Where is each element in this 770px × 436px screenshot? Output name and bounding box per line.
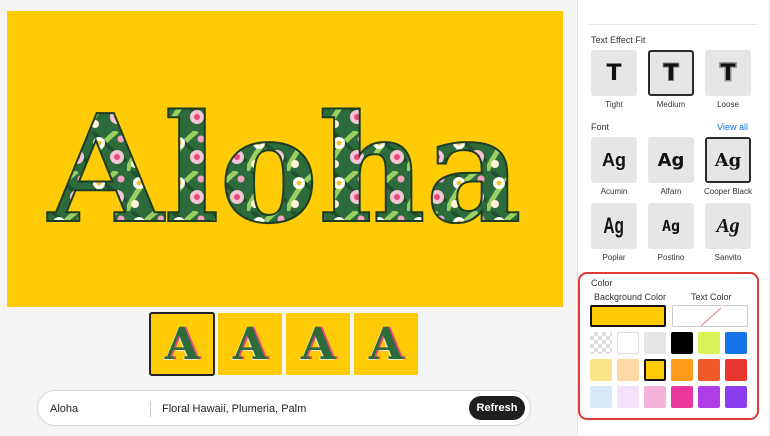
fit-glyph: T <box>606 60 622 86</box>
refresh-button[interactable]: Refresh <box>469 396 525 420</box>
font-section-title: Font <box>591 122 610 132</box>
color-swatch[interactable] <box>590 359 612 381</box>
variation-thumbnails: A A A A <box>149 312 418 376</box>
font-label: Postino <box>657 253 685 262</box>
fit-glyph: T <box>662 60 679 87</box>
thumbnail-4[interactable]: A <box>354 313 418 375</box>
color-swatch[interactable] <box>671 359 693 381</box>
color-section: Color Background Color Text Color <box>578 272 759 420</box>
font-tile[interactable]: Ag <box>591 203 637 249</box>
font-tile[interactable]: Ag <box>648 203 694 249</box>
font-sample: Ag <box>657 149 685 171</box>
font-sample: Ag <box>714 149 742 171</box>
thumbnail-glyph: A <box>164 318 200 370</box>
thumbnail-glyph: A <box>300 318 336 370</box>
font-sample: Ag <box>661 217 681 235</box>
font-sample: Ag <box>603 213 625 238</box>
color-swatch[interactable] <box>698 359 720 381</box>
prompt-keywords-input[interactable]: Floral Hawaii, Plumeria, Palm <box>162 403 306 415</box>
preview-art: Aloha <box>45 81 522 257</box>
font-label: Poplar <box>602 253 626 262</box>
color-swatch[interactable] <box>698 332 720 354</box>
color-swatch[interactable] <box>590 332 612 354</box>
fit-option-medium[interactable]: T Medium <box>648 50 694 109</box>
fit-glyph: T <box>719 59 737 87</box>
background-color-label: Background Color <box>594 292 667 302</box>
text-color-label: Text Color <box>691 292 732 302</box>
fit-tile[interactable]: T <box>705 50 751 96</box>
color-swatch[interactable] <box>671 332 693 354</box>
prompt-bar: Aloha Floral Hawaii, Plumeria, Palm Refr… <box>37 390 531 426</box>
fit-options: T Tight T Medium T Loose <box>591 50 751 109</box>
font-tile[interactable]: Ag <box>591 137 637 183</box>
thumbnail-3[interactable]: A <box>286 313 350 375</box>
font-option-acumin[interactable]: Ag Acumin <box>591 137 637 196</box>
font-sample: Ag <box>716 214 740 237</box>
font-option-postino[interactable]: Ag Postino <box>648 203 694 262</box>
text-effect-preview: Aloha <box>7 11 563 307</box>
fit-label: Loose <box>717 100 739 109</box>
thumbnail-2[interactable]: A <box>218 313 282 375</box>
font-label: Alfarn <box>660 187 682 196</box>
fit-option-loose[interactable]: T Loose <box>705 50 751 109</box>
color-swatch[interactable] <box>617 332 639 354</box>
color-swatch[interactable] <box>644 332 666 354</box>
color-swatch[interactable] <box>725 386 747 408</box>
preview-headline: Aloha <box>46 82 521 256</box>
canvas-area: Aloha A A A A Aloha Floral Hawaii, Plume… <box>0 0 570 436</box>
fit-label: Tight <box>605 100 623 109</box>
color-swatch[interactable] <box>617 359 639 381</box>
prompt-divider <box>150 401 151 417</box>
thumbnail-1[interactable]: A <box>149 312 215 376</box>
prompt-text-input[interactable]: Aloha <box>50 403 78 415</box>
color-swatch[interactable] <box>725 359 747 381</box>
divider <box>589 24 757 25</box>
font-options: Ag Acumin Ag Alfarn Ag Cooper Black Ag P… <box>591 137 752 262</box>
font-sample: Ag <box>602 149 626 170</box>
fit-label: Medium <box>656 100 686 109</box>
thumbnail-glyph: A <box>368 318 404 370</box>
thumbnail-glyph: A <box>232 318 268 370</box>
color-swatch-grid <box>590 332 747 408</box>
color-swatch[interactable] <box>590 386 612 408</box>
color-swatch[interactable] <box>644 386 666 408</box>
no-color-icon <box>700 307 722 326</box>
font-option-alfarn[interactable]: Ag Alfarn <box>648 137 694 196</box>
fit-tile[interactable]: T <box>591 50 637 96</box>
font-label: Sanvito <box>714 253 742 262</box>
view-all-fonts-link[interactable]: View all <box>717 122 748 132</box>
font-label: Acumin <box>600 187 628 196</box>
fit-option-tight[interactable]: T Tight <box>591 50 637 109</box>
text-color-swatch[interactable] <box>672 305 748 327</box>
background-color-swatch[interactable] <box>590 305 666 327</box>
color-swatch[interactable] <box>617 386 639 408</box>
color-swatch[interactable] <box>644 359 666 381</box>
font-tile[interactable]: Ag <box>705 203 751 249</box>
font-tile[interactable]: Ag <box>705 137 751 183</box>
font-tile[interactable]: Ag <box>648 137 694 183</box>
font-option-sanvito[interactable]: Ag Sanvito <box>705 203 751 262</box>
fit-section-title: Text Effect Fit <box>591 35 646 45</box>
font-option-cooper-black[interactable]: Ag Cooper Black <box>704 137 752 196</box>
font-label: Cooper Black <box>703 187 753 196</box>
font-option-poplar[interactable]: Ag Poplar <box>591 203 637 262</box>
color-section-title: Color <box>591 278 613 288</box>
color-swatch[interactable] <box>671 386 693 408</box>
fit-tile[interactable]: T <box>648 50 694 96</box>
color-swatch[interactable] <box>725 332 747 354</box>
color-swatch[interactable] <box>698 386 720 408</box>
